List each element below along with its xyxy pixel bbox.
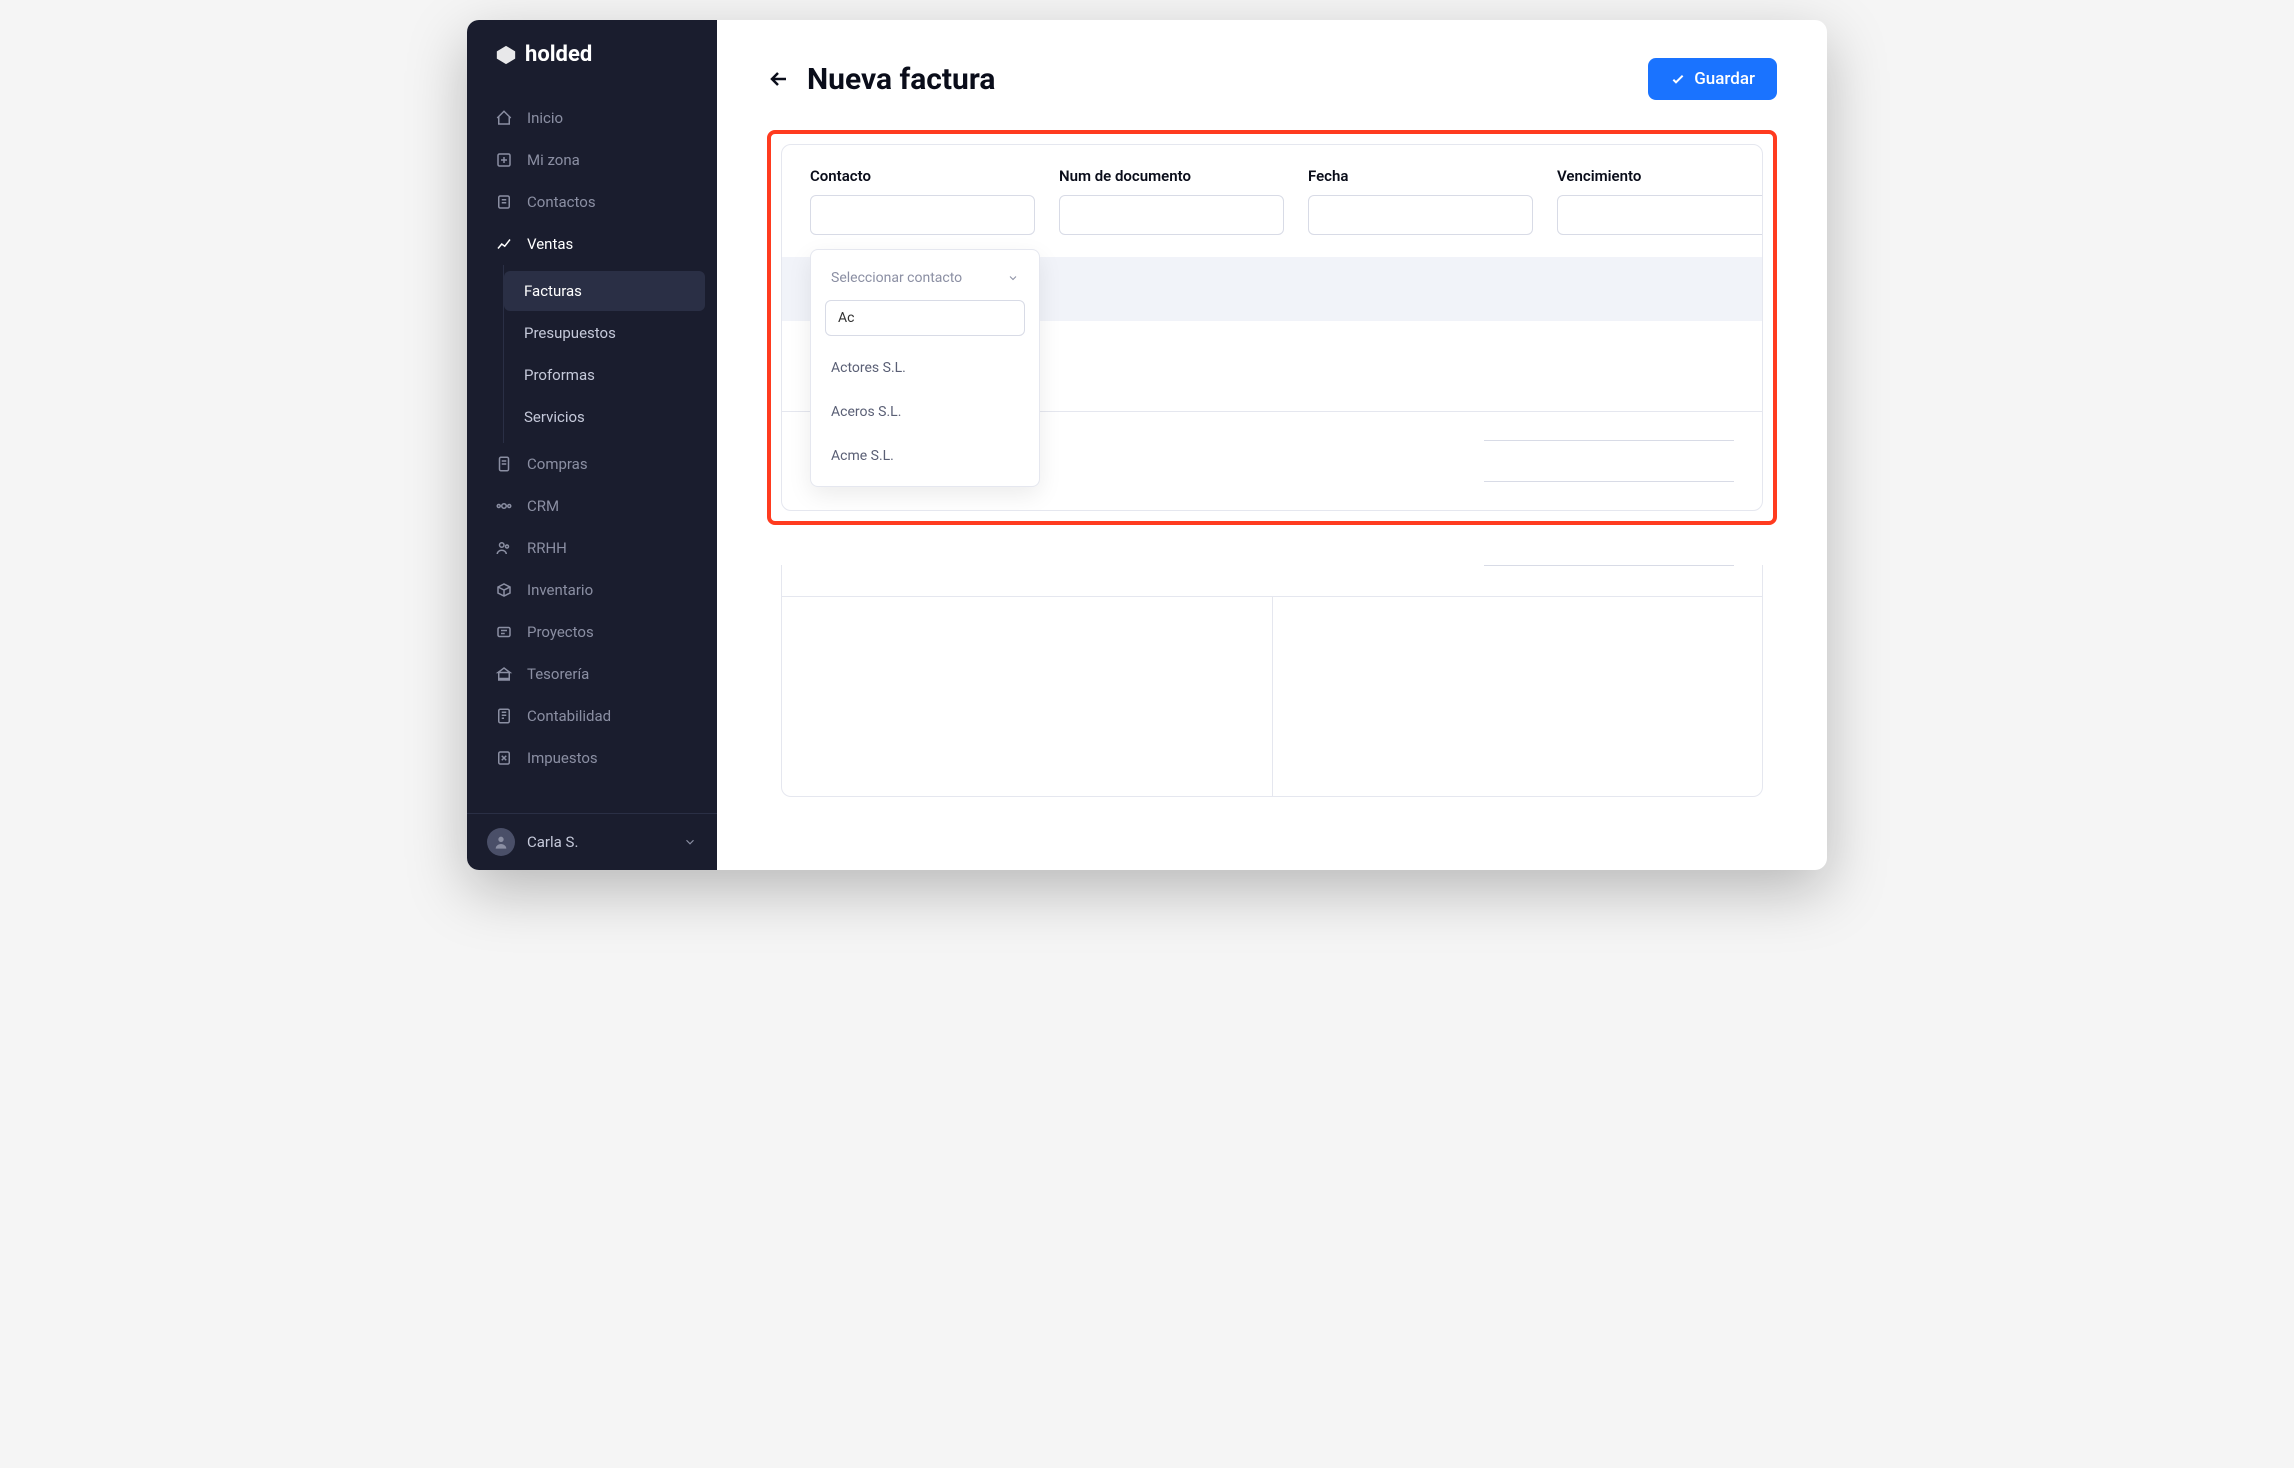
- field-fecha: Fecha: [1308, 167, 1533, 235]
- sidebar-item-inventario[interactable]: Inventario: [467, 569, 717, 611]
- notes-panel[interactable]: [782, 597, 1273, 796]
- back-button[interactable]: [767, 67, 791, 91]
- sidebar-item-label: Contabilidad: [527, 707, 611, 725]
- sidebar-item-contabilidad[interactable]: Contabilidad: [467, 695, 717, 737]
- subnav-item-presupuestos[interactable]: Presupuestos: [504, 313, 705, 353]
- highlight-annotation: Contacto Seleccionar contacto Actores S.…: [767, 130, 1777, 525]
- summary-panel: [1273, 597, 1763, 796]
- arrow-left-icon: [767, 67, 791, 91]
- numdoc-input[interactable]: [1059, 195, 1284, 235]
- invoice-form-lower: [781, 565, 1763, 797]
- dropdown-option[interactable]: Acme S.L.: [811, 434, 1039, 478]
- subnav-item-proformas[interactable]: Proformas: [504, 355, 705, 395]
- sidebar-item-label: Proyectos: [527, 623, 594, 641]
- total-divider: [1484, 440, 1734, 441]
- chevron-down-icon: [683, 835, 697, 849]
- numdoc-label: Num de documento: [1059, 167, 1284, 185]
- brand-logo[interactable]: holded: [467, 20, 717, 89]
- sidebar-nav: Inicio Mi zona Contactos Ventas Facturas…: [467, 89, 717, 813]
- brand-text: holded: [525, 42, 592, 67]
- save-button-label: Guardar: [1694, 69, 1755, 89]
- zone-icon: [495, 151, 513, 169]
- sidebar-item-label: Inventario: [527, 581, 593, 599]
- sidebar-item-inicio[interactable]: Inicio: [467, 97, 717, 139]
- taxes-icon: [495, 749, 513, 767]
- sidebar-item-ventas[interactable]: Ventas: [467, 223, 717, 265]
- people-icon: [495, 539, 513, 557]
- subnav-ventas: Facturas Presupuestos Proformas Servicio…: [503, 265, 717, 443]
- save-button[interactable]: Guardar: [1648, 58, 1777, 100]
- contacto-label: Contacto: [810, 167, 1035, 185]
- field-numdoc: Num de documento: [1059, 167, 1284, 235]
- check-icon: [1670, 71, 1686, 87]
- page-header: Nueva factura Guardar: [767, 58, 1777, 100]
- chart-icon: [495, 235, 513, 253]
- dropdown-placeholder: Seleccionar contacto: [831, 270, 962, 286]
- field-vencimiento: Vencimiento: [1557, 167, 1763, 235]
- chevron-down-icon: [1007, 272, 1019, 284]
- main-content: Nueva factura Guardar Contacto Seleccion…: [717, 20, 1827, 870]
- doc-icon: [495, 455, 513, 473]
- subnav-item-facturas[interactable]: Facturas: [504, 271, 705, 311]
- sidebar: holded Inicio Mi zona Contactos Ventas F…: [467, 20, 717, 870]
- user-name-label: Carla S.: [527, 833, 671, 851]
- sidebar-item-label: Ventas: [527, 235, 573, 253]
- sidebar-item-proyectos[interactable]: Proyectos: [467, 611, 717, 653]
- user-menu[interactable]: Carla S.: [467, 813, 717, 870]
- page-title: Nueva factura: [807, 62, 995, 97]
- contacto-dropdown: Seleccionar contacto Actores S.L. Aceros…: [810, 249, 1040, 487]
- home-icon: [495, 109, 513, 127]
- projects-icon: [495, 623, 513, 641]
- total-divider: [1484, 481, 1734, 482]
- sidebar-item-label: CRM: [527, 497, 559, 515]
- header-left: Nueva factura: [767, 62, 995, 97]
- dropdown-placeholder-row[interactable]: Seleccionar contacto: [811, 264, 1039, 300]
- sidebar-item-label: Contactos: [527, 193, 596, 211]
- accounting-icon: [495, 707, 513, 725]
- inventory-icon: [495, 581, 513, 599]
- sidebar-item-label: Inicio: [527, 109, 563, 127]
- sidebar-item-tesoreria[interactable]: Tesorería: [467, 653, 717, 695]
- sidebar-item-label: Mi zona: [527, 151, 580, 169]
- crm-icon: [495, 497, 513, 515]
- contacts-icon: [495, 193, 513, 211]
- dropdown-option[interactable]: Aceros S.L.: [811, 390, 1039, 434]
- subnav-item-servicios[interactable]: Servicios: [504, 397, 705, 437]
- contacto-input[interactable]: [810, 195, 1035, 235]
- dropdown-option[interactable]: Actores S.L.: [811, 346, 1039, 390]
- sidebar-item-label: Compras: [527, 455, 588, 473]
- sidebar-item-impuestos[interactable]: Impuestos: [467, 737, 717, 779]
- sidebar-item-contactos[interactable]: Contactos: [467, 181, 717, 223]
- sidebar-item-crm[interactable]: CRM: [467, 485, 717, 527]
- treasury-icon: [495, 665, 513, 683]
- form-header-row: Contacto Seleccionar contacto Actores S.…: [782, 145, 1762, 257]
- brand-icon: [495, 44, 517, 66]
- avatar: [487, 828, 515, 856]
- fecha-label: Fecha: [1308, 167, 1533, 185]
- invoice-form-card: Contacto Seleccionar contacto Actores S.…: [781, 144, 1763, 511]
- sidebar-item-rrhh[interactable]: RRHH: [467, 527, 717, 569]
- vencimiento-label: Vencimiento: [1557, 167, 1763, 185]
- bottom-panels: [782, 596, 1762, 796]
- sidebar-item-label: Tesorería: [527, 665, 589, 683]
- dropdown-search-input[interactable]: [825, 300, 1025, 336]
- sidebar-item-label: Impuestos: [527, 749, 598, 767]
- field-contacto: Contacto Seleccionar contacto Actores S.…: [810, 167, 1035, 235]
- app-window: holded Inicio Mi zona Contactos Ventas F…: [467, 20, 1827, 870]
- sidebar-item-compras[interactable]: Compras: [467, 443, 717, 485]
- fecha-input[interactable]: [1308, 195, 1533, 235]
- avatar-icon: [493, 834, 509, 850]
- sidebar-item-label: RRHH: [527, 539, 567, 557]
- sidebar-item-mizona[interactable]: Mi zona: [467, 139, 717, 181]
- vencimiento-input[interactable]: [1557, 195, 1763, 235]
